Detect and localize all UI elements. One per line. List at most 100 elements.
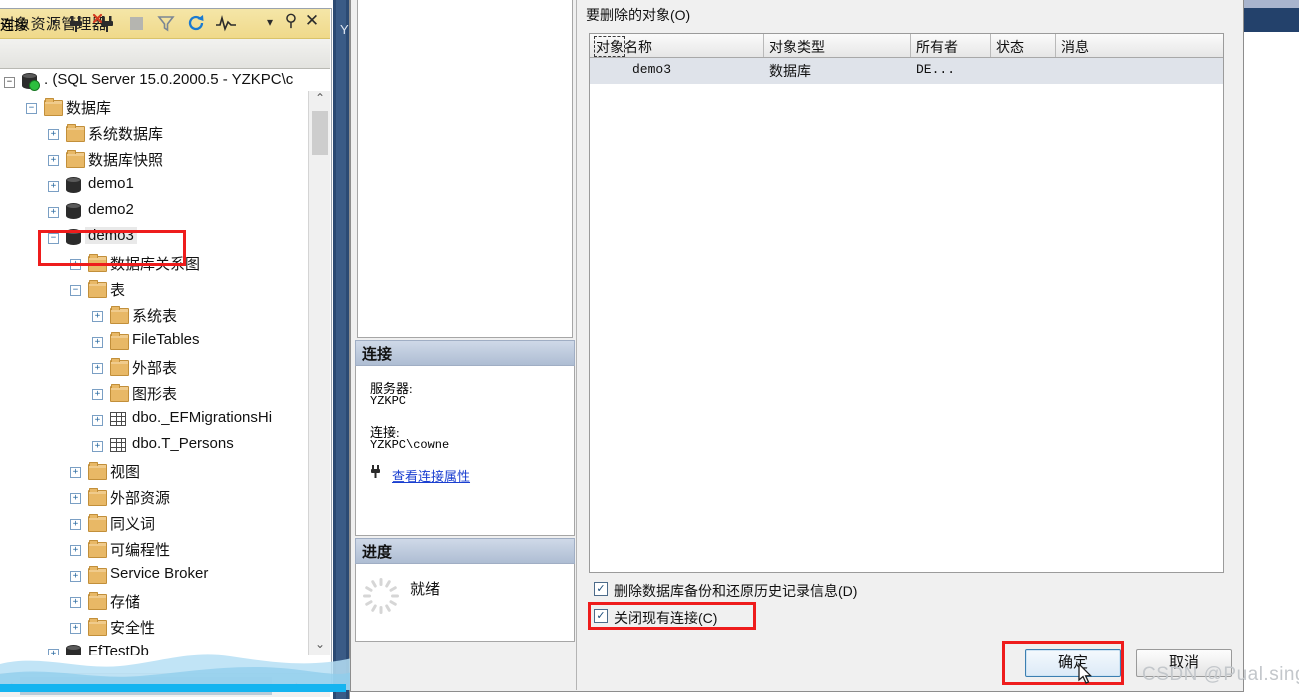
folder-icon: [110, 358, 129, 376]
tree-item-label: 视图: [110, 464, 141, 481]
folder-icon: [88, 618, 107, 636]
object-explorer-tree[interactable]: − . (SQL Server 15.0.2000.5 - YZKPC\c − 数据库…: [0, 69, 313, 655]
tree-item-label: 存储: [110, 594, 141, 611]
close-icon[interactable]: ✕: [303, 12, 321, 29]
tree-item-dbo-t-persons[interactable]: + dbo.T_Persons: [0, 433, 313, 459]
tree-expand-icon[interactable]: +: [92, 311, 103, 322]
tree-expand-icon[interactable]: +: [48, 181, 59, 192]
vertical-scroll-thumb[interactable]: [312, 111, 328, 155]
plug-icon: [368, 464, 386, 485]
tree-expand-icon[interactable]: +: [70, 623, 81, 634]
tree-item-[interactable]: + 系统数据库: [0, 121, 313, 147]
refresh-icon[interactable]: [184, 13, 208, 35]
tree-item-filetables[interactable]: + FileTables: [0, 329, 313, 355]
tree-expand-icon[interactable]: +: [48, 155, 59, 166]
connect-button-label[interactable]: 连接: [0, 15, 28, 35]
tree-item-[interactable]: + 视图: [0, 459, 313, 485]
database-icon: [66, 645, 81, 655]
tree-item-label: dbo._EFMigrationsHi: [132, 409, 273, 426]
chevron-down-icon[interactable]: ▾: [262, 16, 278, 28]
tree-item-label: 可编程性: [110, 542, 171, 559]
tree-expand-icon[interactable]: +: [70, 571, 81, 582]
view-connection-properties-link[interactable]: 查看连接属性: [392, 466, 470, 485]
tree-expand-icon[interactable]: +: [48, 207, 59, 218]
tree-collapse-icon[interactable]: −: [70, 285, 81, 296]
column-separator[interactable]: [990, 34, 991, 57]
progress-section-header: 进度: [355, 538, 575, 564]
column-separator[interactable]: [763, 34, 764, 57]
tree-item-label: 数据库: [66, 100, 112, 117]
column-header-3[interactable]: 所有者: [910, 37, 958, 57]
column-header-5[interactable]: 消息: [1055, 37, 1089, 57]
tree-expand-icon[interactable]: +: [92, 415, 103, 426]
tree-item-label: 系统数据库: [88, 126, 164, 143]
tree-item-[interactable]: + 同义词: [0, 511, 313, 537]
tree-item-label: 系统表: [132, 308, 178, 325]
tree-vertical-scrollbar[interactable]: ⌃ ⌄: [308, 91, 330, 655]
folder-icon: [110, 384, 129, 402]
tree-expand-icon[interactable]: +: [92, 441, 103, 452]
pin-icon[interactable]: ⚲: [283, 12, 299, 29]
checkbox-row-delete-backup[interactable]: ✓ 删除数据库备份和还原历史记录信息(D): [594, 581, 857, 601]
tree-item-eftestdb[interactable]: + EfTestDb: [0, 641, 313, 655]
tree-item-[interactable]: + 外部资源: [0, 485, 313, 511]
tree-expand-icon[interactable]: +: [70, 545, 81, 556]
tree-item-service-broker[interactable]: + Service Broker: [0, 563, 313, 589]
tree-item-label: demo2: [88, 201, 134, 218]
folder-icon: [88, 540, 107, 558]
scroll-down-icon[interactable]: ⌄: [309, 637, 331, 655]
select-page-panel: [357, 0, 573, 338]
tree-item-[interactable]: + 安全性: [0, 615, 313, 641]
table-row[interactable]: demo3 数据库 DE...: [590, 58, 1223, 84]
cell-owner: DE...: [916, 62, 956, 77]
tree-expand-icon[interactable]: +: [70, 519, 81, 530]
tree-item-[interactable]: + 图形表: [0, 381, 313, 407]
mouse-cursor-icon: [1078, 662, 1094, 685]
background-tab-label: Y: [340, 22, 349, 37]
tree-expand-icon[interactable]: +: [48, 129, 59, 140]
connect-dropdown-caret-icon[interactable]: ▾: [52, 18, 57, 27]
tree-item-label: . (SQL Server 15.0.2000.5 - YZKPC\c: [44, 71, 294, 88]
tree-collapse-icon[interactable]: −: [4, 77, 15, 88]
column-header-2[interactable]: 对象类型: [763, 37, 825, 57]
tree-item-[interactable]: − 表: [0, 277, 313, 303]
server-value: YZKPC: [370, 394, 407, 408]
tree-item-dbo-efmigrationshi[interactable]: + dbo._EFMigrationsHi: [0, 407, 313, 433]
tree-expand-icon[interactable]: +: [70, 467, 81, 478]
object-explorer-toolbar: [0, 39, 330, 69]
folder-icon: [88, 280, 107, 298]
tree-item-[interactable]: + 外部表: [0, 355, 313, 381]
folder-icon: [110, 306, 129, 324]
filter-icon[interactable]: [154, 13, 178, 35]
tree-item-[interactable]: + 可编程性: [0, 537, 313, 563]
scroll-up-icon[interactable]: ⌃: [309, 91, 331, 109]
activity-monitor-icon[interactable]: [214, 13, 238, 35]
column-separator[interactable]: [1055, 34, 1056, 57]
objects-grid-header: 对象名称 对象类型 所有者 状态 消息: [590, 34, 1223, 58]
tree-expand-icon[interactable]: +: [92, 389, 103, 400]
spinner-icon: [360, 575, 402, 617]
tree-item-label: EfTestDb: [88, 643, 149, 655]
tree-collapse-icon[interactable]: −: [26, 103, 37, 114]
tree-expand-icon[interactable]: +: [70, 493, 81, 504]
connect-plug-icon[interactable]: [64, 13, 88, 35]
tree-item-demo1[interactable]: + demo1: [0, 173, 313, 199]
tree-item-[interactable]: − 数据库: [0, 95, 313, 121]
tree-item-[interactable]: + 存储: [0, 589, 313, 615]
tree-expand-icon[interactable]: +: [70, 597, 81, 608]
column-header-4[interactable]: 状态: [990, 37, 1024, 57]
objects-grid[interactable]: 对象名称 对象类型 所有者 状态 消息 demo3 数据库 DE...: [589, 33, 1224, 573]
column-separator[interactable]: [910, 34, 911, 57]
checkbox-delete-backup[interactable]: ✓: [594, 582, 608, 596]
tree-item-sql-server-15-0-2000-5-yzkpc-c[interactable]: − . (SQL Server 15.0.2000.5 - YZKPC\c: [0, 69, 313, 95]
tree-item-label: FileTables: [132, 331, 200, 348]
tree-item-demo2[interactable]: + demo2: [0, 199, 313, 225]
disconnect-plug-icon[interactable]: [92, 13, 116, 35]
tree-item-[interactable]: + 系统表: [0, 303, 313, 329]
tree-item-[interactable]: + 数据库快照: [0, 147, 313, 173]
tree-expand-icon[interactable]: +: [92, 337, 103, 348]
tree-expand-icon[interactable]: +: [48, 649, 59, 655]
tree-item-label: 表: [110, 282, 126, 299]
tree-expand-icon[interactable]: +: [92, 363, 103, 374]
folder-icon: [88, 566, 107, 584]
